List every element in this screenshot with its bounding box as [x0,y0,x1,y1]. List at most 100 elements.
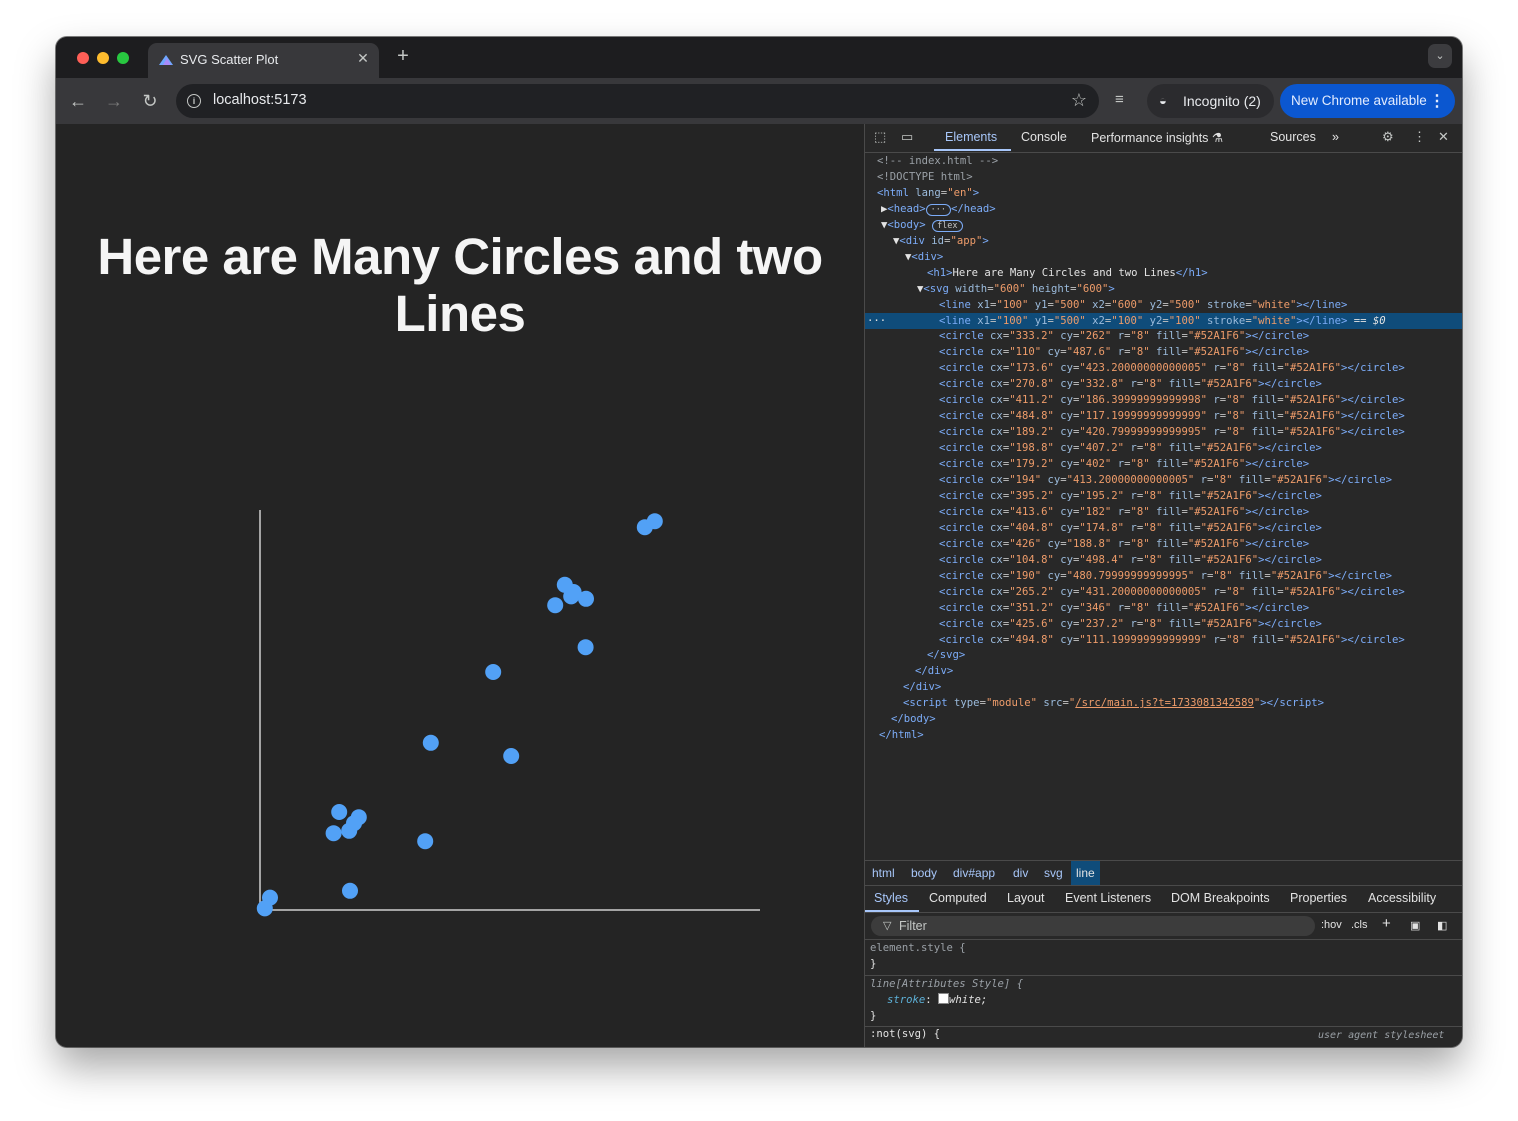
element-style-selector[interactable]: element.style { [870,940,966,956]
dom-node[interactable]: <circle cx="190" cy="480.79999999999995"… [865,568,1462,584]
dom-node[interactable]: <line x1="100" y1="500" x2="600" y2="500… [865,297,1462,313]
close-window-button[interactable] [77,52,89,64]
stroke-property[interactable]: stroke [887,994,925,1006]
hov-toggle[interactable]: :hov [1321,919,1342,931]
tab-computed[interactable]: Computed [929,891,987,905]
dom-node[interactable]: <!DOCTYPE html> [865,169,1462,185]
breadcrumb-html[interactable]: html [872,866,895,880]
kebab-menu-icon[interactable]: ⋮ [1429,91,1445,111]
rule-divider [865,1026,1462,1027]
dom-node[interactable]: </html> [865,727,1462,743]
device-toolbar-icon[interactable]: ▭ [901,129,913,145]
new-chrome-available-button[interactable]: New Chrome available ⋮ [1280,84,1455,118]
tab-styles[interactable]: Styles [874,891,908,905]
dom-node[interactable]: <circle cx="179.2" cy="402" r="8" fill="… [865,456,1462,472]
dom-node[interactable]: ▼<svg width="600" height="600"> [865,281,1462,297]
dom-node[interactable]: ▶<head> ··· </head> [865,201,1462,217]
dom-node[interactable]: <circle cx="411.2" cy="186.3999999999999… [865,392,1462,408]
dom-node[interactable]: <circle cx="194" cy="413.20000000000005"… [865,472,1462,488]
dom-node[interactable]: <circle cx="404.8" cy="174.8" r="8" fill… [865,520,1462,536]
dom-node[interactable]: <circle cx="270.8" cy="332.8" r="8" fill… [865,376,1462,392]
dom-node[interactable]: ▼<body> flex [865,217,1462,233]
tab-performance-insights[interactable]: Performance insights ⚗ [1091,130,1223,145]
dom-node[interactable]: <circle cx="425.6" cy="237.2" r="8" fill… [865,616,1462,632]
dom-node[interactable]: <circle cx="351.2" cy="346" r="8" fill="… [865,600,1462,616]
tab-close-icon[interactable]: ✕ [355,50,371,66]
tab-layout[interactable]: Layout [1007,891,1045,905]
close-brace: } [870,1010,877,1022]
incognito-button[interactable]: ◒ Incognito (2) [1147,84,1274,118]
reload-icon[interactable]: ↻ [138,89,162,113]
stroke-value[interactable]: white; [949,994,987,1006]
tab-sources[interactable]: Sources [1270,130,1316,144]
dom-node[interactable]: <script type="module" src="/src/main.js?… [865,695,1462,711]
tab-dom-breakpoints[interactable]: DOM Breakpoints [1171,891,1270,905]
site-info-icon[interactable]: i [187,94,201,108]
breadcrumb-line[interactable]: line [1071,861,1100,885]
dom-node[interactable]: <circle cx="189.2" cy="420.7999999999999… [865,424,1462,440]
dom-node[interactable]: <circle cx="484.8" cy="117.1999999999999… [865,408,1462,424]
dom-node[interactable]: <circle cx="104.8" cy="498.4" r="8" fill… [865,552,1462,568]
breadcrumb-body[interactable]: body [911,866,937,880]
more-tabs-icon[interactable]: » [1332,130,1339,144]
address-bar[interactable]: i localhost:5173 ☆ [176,84,1099,118]
tab-event-listeners[interactable]: Event Listeners [1065,891,1151,905]
tab-accessibility[interactable]: Accessibility [1368,891,1436,905]
breadcrumb-svg[interactable]: svg [1044,866,1063,880]
node-actions-icon[interactable]: ··· [867,313,886,329]
active-subtab-indicator [865,910,919,912]
back-arrow-icon[interactable]: ← [66,89,90,113]
dom-node[interactable]: <circle cx="494.8" cy="111.1999999999999… [865,632,1462,648]
dom-node[interactable]: </svg> [865,647,1462,663]
dom-node[interactable]: <circle cx="426" cy="188.8" r="8" fill="… [865,536,1462,552]
stroke-declaration[interactable]: stroke: white; [887,992,987,1008]
filter-input[interactable]: ▽ Filter [871,916,1315,936]
scatter-point [646,513,663,530]
minimize-window-button[interactable] [97,52,109,64]
dom-node[interactable]: <!-- index.html --> [865,153,1462,169]
inspect-element-icon[interactable]: ⬚ [874,129,886,145]
dom-node[interactable]: ▼<div> [865,249,1462,265]
devtools-menu-icon[interactable]: ⋮ [1413,129,1426,145]
breadcrumb-div-app[interactable]: div#app [953,866,995,880]
dom-node[interactable]: <circle cx="173.6" cy="423.2000000000000… [865,360,1462,376]
dom-node[interactable]: </div> [865,679,1462,695]
dom-node[interactable]: <circle cx="413.6" cy="182" r="8" fill="… [865,504,1462,520]
toggle-sidebar-icon[interactable]: ◧ [1437,919,1447,932]
filter-placeholder: Filter [899,919,927,933]
dom-node[interactable]: </body> [865,711,1462,727]
dom-node[interactable]: <h1>Here are Many Circles and two Lines<… [865,265,1462,281]
dom-node[interactable]: <circle cx="198.8" cy="407.2" r="8" fill… [865,440,1462,456]
add-style-rule-icon[interactable]: + [1382,915,1391,932]
browser-tab[interactable]: SVG Scatter Plot ✕ [148,43,379,78]
breadcrumb-div[interactable]: div [1013,866,1028,880]
tab-properties[interactable]: Properties [1290,891,1347,905]
tab-search-button[interactable]: ⌄ [1428,44,1452,68]
scatter-point [417,833,434,850]
dom-node[interactable]: <html lang="en"> [865,185,1462,201]
dom-node[interactable]: <circle cx="110" cy="487.6" r="8" fill="… [865,344,1462,360]
paint-brush-icon[interactable]: ▣ [1410,919,1420,932]
scatter-point [578,590,594,607]
url-text[interactable]: localhost:5173 [213,92,307,108]
close-devtools-icon[interactable]: ✕ [1438,129,1449,145]
forward-arrow-icon[interactable]: → [102,89,126,113]
dom-node[interactable]: <circle cx="395.2" cy="195.2" r="8" fill… [865,488,1462,504]
dom-node[interactable]: </div> [865,663,1462,679]
tab-console[interactable]: Console [1021,130,1067,144]
scatter-point [342,882,358,899]
color-swatch-icon[interactable] [938,993,950,1004]
dom-node-selected[interactable]: <line x1="100" y1="500" x2="100" y2="100… [865,312,1462,329]
settings-gear-icon[interactable]: ⚙ [1382,129,1394,145]
maximize-window-button[interactable] [117,52,129,64]
elements-tree: <!-- index.html --> <!DOCTYPE html> <html … [865,153,1462,860]
cls-toggle[interactable]: .cls [1351,919,1368,931]
dom-node[interactable]: <circle cx="265.2" cy="431.2000000000000… [865,584,1462,600]
bookmark-star-icon[interactable]: ☆ [1071,90,1087,111]
dom-node[interactable]: ▼<div id="app"> [865,233,1462,249]
not-svg-selector: :not(svg) { [870,1028,941,1040]
dom-node[interactable]: <circle cx="333.2" cy="262" r="8" fill="… [865,328,1462,344]
new-tab-button[interactable]: + [392,45,414,67]
tab-elements[interactable]: Elements [945,130,997,144]
media-control-icon[interactable]: ≡ [1115,91,1124,108]
